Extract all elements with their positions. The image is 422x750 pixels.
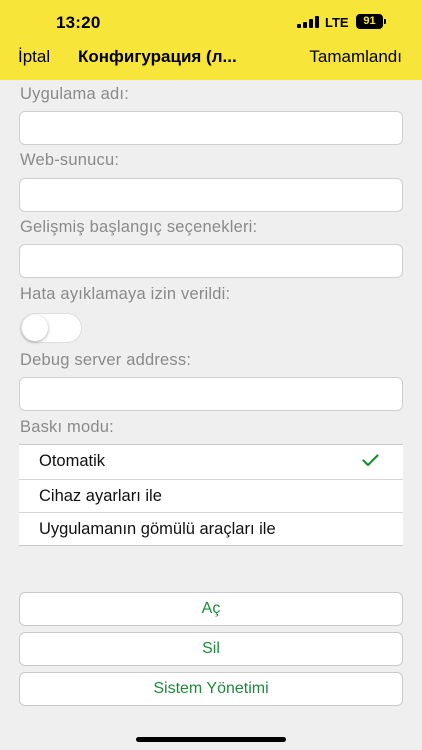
header-bar: 13:20 LTE 91 İptal Конфигурация (л... Ta… xyxy=(0,0,422,80)
status-bar: 13:20 LTE 91 xyxy=(0,0,422,44)
print-mode-label: Baskı modu: xyxy=(20,418,114,436)
battery-tip xyxy=(384,19,386,24)
print-mode-option-auto[interactable]: Otomatik xyxy=(19,445,403,479)
checkmark-icon xyxy=(362,454,379,467)
app-name-input[interactable] xyxy=(19,111,403,145)
option-label: Uygulamanın gömülü araçları ile xyxy=(39,520,276,538)
home-indicator xyxy=(136,737,286,742)
app-name-label: Uygulama adı: xyxy=(20,85,129,103)
debug-server-label: Debug server address: xyxy=(20,351,192,369)
battery-icon: 91 xyxy=(356,14,383,29)
debug-allowed-label: Hata ayıklamaya izin verildi: xyxy=(20,285,231,303)
cancel-button[interactable]: İptal xyxy=(18,47,50,67)
debug-allowed-toggle[interactable] xyxy=(20,313,82,343)
web-server-input[interactable] xyxy=(19,178,403,212)
page-title: Конфигурация (л... xyxy=(78,47,237,66)
startup-options-label: Gelişmiş başlangıç seçenekleri: xyxy=(20,218,258,236)
print-mode-option-device[interactable]: Cihaz ayarları ile xyxy=(19,478,403,513)
option-label: Cihaz ayarları ile xyxy=(39,486,162,505)
startup-options-input[interactable] xyxy=(19,244,403,278)
done-button[interactable]: Tamamlandı xyxy=(309,47,402,67)
toggle-knob xyxy=(22,315,48,341)
system-admin-button[interactable]: Sistem Yönetimi xyxy=(19,672,403,706)
web-server-label: Web-sunucu: xyxy=(20,151,120,169)
open-button[interactable]: Aç xyxy=(19,592,403,626)
debug-server-input[interactable] xyxy=(19,377,403,411)
status-time: 13:20 xyxy=(56,13,101,32)
signal-icon xyxy=(297,16,319,28)
print-mode-list: Otomatik Cihaz ayarları ile Uygulamanın … xyxy=(19,444,403,546)
delete-button[interactable]: Sil xyxy=(19,632,403,666)
print-mode-option-builtin[interactable]: Uygulamanın gömülü araçları ile xyxy=(19,512,403,546)
network-type: LTE xyxy=(325,15,349,30)
option-label: Otomatik xyxy=(39,452,106,470)
